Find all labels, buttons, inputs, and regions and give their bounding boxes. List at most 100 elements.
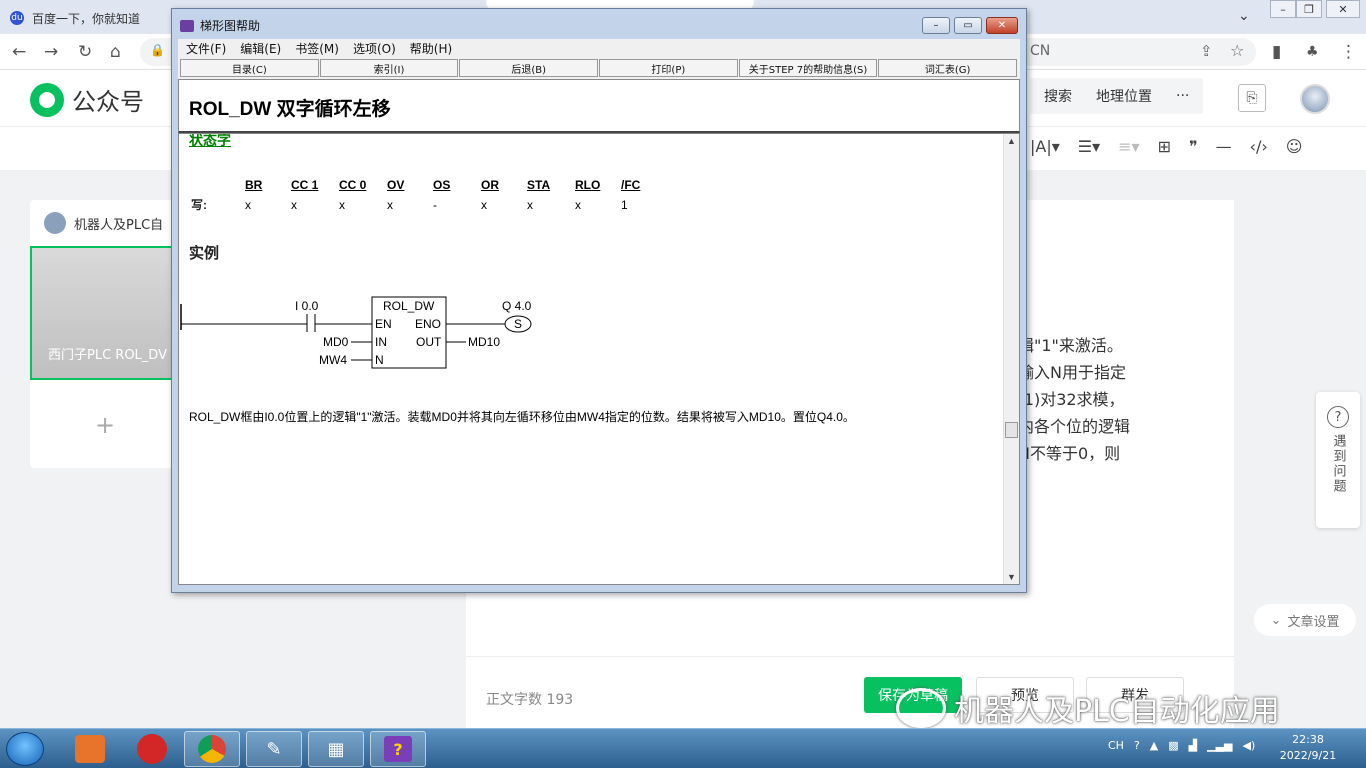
- menu-bookmark[interactable]: 书签(M): [295, 40, 339, 57]
- menu-help[interactable]: 帮助(H): [410, 40, 452, 57]
- sidebar-icon[interactable]: ▮: [1272, 42, 1281, 62]
- table-icon[interactable]: ⊞: [1158, 137, 1171, 156]
- bookmark-star-icon[interactable]: ☆: [1230, 41, 1244, 60]
- help-circle-icon[interactable]: ?: [1134, 739, 1140, 752]
- scroll-down-icon[interactable]: ▼: [1007, 572, 1016, 582]
- ladder-help-window: 梯形图帮助 – ▭ ✕ 文件(F) 编辑(E) 书签(M) 选项(O) 帮助(H…: [171, 8, 1027, 593]
- status-bit-value: -: [433, 198, 437, 212]
- wechat-logo[interactable]: 公众号: [30, 82, 144, 117]
- browser-menu-icon[interactable]: ⋮: [1340, 42, 1357, 62]
- menu-edit[interactable]: 编辑(E): [240, 40, 281, 57]
- contact-label: I 0.0: [295, 299, 319, 313]
- article-thumbnail[interactable]: 西门子PLC ROL_DV: [30, 246, 180, 380]
- article-text[interactable]: 辑"1"来激活。 输入N用于指定 -1)对32求模， 内各个位的逻辑 N不等于0…: [1018, 332, 1218, 467]
- taskbar-app-red-icon[interactable]: [124, 731, 180, 767]
- status-bit-value: x: [387, 198, 393, 212]
- help-minimize-button[interactable]: –: [922, 17, 950, 34]
- taskbar-help-icon[interactable]: ?: [370, 731, 426, 767]
- status-bit-name: OV: [387, 178, 405, 192]
- article-settings-button[interactable]: ⌄ 文章设置: [1254, 604, 1356, 636]
- back-icon[interactable]: ←: [12, 42, 26, 62]
- coil-type: S: [514, 317, 522, 331]
- text-line: 辑"1"来激活。: [1018, 336, 1123, 355]
- example-description: ROL_DW框由I0.0位置上的逻辑"1"激活。装载MD0并将其向左循环移位由M…: [189, 410, 855, 424]
- scroll-thumb[interactable]: [1005, 422, 1018, 438]
- pin-in: IN: [375, 335, 387, 349]
- code-icon[interactable]: ‹/›: [1250, 137, 1268, 156]
- volume-icon[interactable]: ◀): [1243, 739, 1256, 752]
- divider-icon[interactable]: —: [1216, 137, 1232, 156]
- word-count: 正文字数 193: [486, 692, 574, 708]
- text-line: 内各个位的逻辑: [1018, 417, 1131, 436]
- status-bit-name: OR: [481, 178, 499, 192]
- reload-icon[interactable]: ↻: [78, 42, 92, 62]
- tray-app-icon[interactable]: ▩: [1168, 739, 1178, 752]
- align-icon[interactable]: ≡▾: [1118, 137, 1139, 156]
- contents-button[interactable]: 目录(C): [180, 59, 319, 77]
- watermark-text: 机器人及PLC自动化应用: [954, 694, 1280, 729]
- n-operand: MW4: [319, 353, 347, 367]
- quote-icon[interactable]: ❞: [1189, 137, 1198, 156]
- pin-eno: ENO: [415, 317, 441, 331]
- wechat-watermark-icon: [896, 688, 946, 728]
- help-button-bar: 目录(C) 索引(I) 后退(B) 打印(P) 关于STEP 7的帮助信息(S)…: [178, 57, 1020, 79]
- network-icon[interactable]: ▟: [1189, 739, 1197, 752]
- close-button[interactable]: ✕: [1326, 0, 1360, 18]
- extension-icon[interactable]: ♣: [1306, 44, 1319, 60]
- file-icon[interactable]: ⎘: [1238, 84, 1266, 112]
- help-book-icon: [180, 19, 194, 32]
- avatar[interactable]: [1300, 84, 1330, 114]
- text-format-icon[interactable]: |A|▾: [1030, 137, 1060, 156]
- menu-file[interactable]: 文件(F): [186, 40, 226, 57]
- input-language[interactable]: CH: [1108, 739, 1124, 752]
- header-link-location[interactable]: 地理位置: [1096, 86, 1152, 106]
- help-window-title: 梯形图帮助: [180, 17, 260, 34]
- restore-button[interactable]: ❐: [1296, 0, 1322, 18]
- start-button[interactable]: [6, 732, 44, 766]
- help-question-button[interactable]: ? 遇到问题: [1316, 392, 1360, 528]
- status-bit-value: 1: [621, 198, 628, 212]
- status-bit-value: x: [481, 198, 487, 212]
- article-thumb-title: 西门子PLC ROL_DV: [48, 348, 167, 363]
- signal-icon[interactable]: ▁▃▅: [1207, 739, 1232, 752]
- help-close-button[interactable]: ✕: [986, 17, 1018, 34]
- baidu-icon: du: [10, 11, 24, 25]
- clock-time: 22:38: [1292, 733, 1324, 746]
- scroll-up-icon[interactable]: ▲: [1007, 136, 1016, 146]
- menu-options[interactable]: 选项(O): [353, 40, 396, 57]
- header-link-more[interactable]: ···: [1176, 88, 1189, 104]
- status-bit-name: STA: [527, 178, 551, 192]
- browser-tab[interactable]: du 百度一下，你就知道: [10, 5, 170, 31]
- taskbar-ladder-editor-icon[interactable]: ▦: [308, 731, 364, 767]
- list-icon[interactable]: ☰▾: [1078, 137, 1100, 156]
- article-settings-label: 文章设置: [1287, 614, 1340, 630]
- minimize-button[interactable]: –: [1270, 0, 1296, 18]
- wechat-logo-icon: [30, 82, 64, 117]
- taskbar-app-orange-icon[interactable]: [62, 731, 118, 767]
- back-button[interactable]: 后退(B): [459, 59, 599, 77]
- tray-expand-icon[interactable]: ▲: [1150, 739, 1158, 752]
- text-line: N不等于0，则: [1018, 444, 1121, 463]
- lock-icon: 🔒: [150, 43, 165, 57]
- add-article-button[interactable]: +: [30, 382, 180, 468]
- status-word-link[interactable]: 状态字: [189, 134, 231, 150]
- header-link-search[interactable]: 搜索: [1044, 86, 1072, 106]
- status-bit-value: x: [575, 198, 581, 212]
- taskbar-chrome-icon[interactable]: [184, 731, 240, 767]
- help-vertical-scrollbar[interactable]: ▲ ▼: [1003, 134, 1019, 584]
- help-maximize-button[interactable]: ▭: [954, 17, 982, 34]
- account-name: 机器人及PLC自: [74, 217, 164, 233]
- print-button[interactable]: 打印(P): [599, 59, 738, 77]
- taskbar-step7-icon[interactable]: ✎: [246, 731, 302, 767]
- glossary-button[interactable]: 词汇表(G): [878, 59, 1018, 77]
- about-help-button[interactable]: 关于STEP 7的帮助信息(S): [738, 59, 878, 77]
- tab-search-chevron-icon[interactable]: ⌄: [1238, 8, 1250, 24]
- index-button[interactable]: 索引(I): [319, 59, 459, 77]
- forward-icon[interactable]: →: [44, 42, 58, 62]
- clock[interactable]: 22:38 2022/9/21: [1278, 732, 1338, 764]
- emoji-icon[interactable]: ☺: [1286, 137, 1303, 156]
- home-icon[interactable]: ⌂: [110, 42, 121, 62]
- status-bit-value: x: [291, 198, 297, 212]
- share-icon[interactable]: ⇪: [1200, 42, 1213, 60]
- account-row: 机器人及PLC自: [44, 212, 163, 234]
